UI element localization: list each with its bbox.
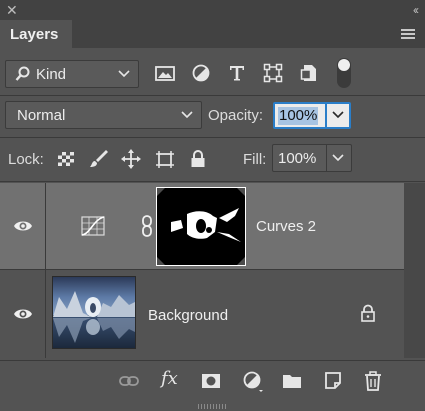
- fill-field[interactable]: 100%: [272, 144, 352, 172]
- lock-all-icon[interactable]: [187, 148, 209, 170]
- divider: [0, 137, 425, 138]
- artboard-lock-icon[interactable]: [154, 148, 176, 170]
- filter-kind-label: Kind: [36, 66, 67, 83]
- visibility-cell[interactable]: [0, 270, 46, 358]
- lock-icon: [361, 304, 375, 322]
- divider: [0, 360, 425, 361]
- opacity-label: Opacity:: [208, 107, 264, 124]
- panel-title-bar: ✕ ‹‹: [0, 0, 425, 20]
- divider: [0, 181, 425, 182]
- lock-image-pixels-icon[interactable]: [88, 148, 110, 170]
- panel-menu-icon[interactable]: [401, 29, 415, 39]
- layer-thumbnail[interactable]: [52, 276, 136, 349]
- layer-name-background[interactable]: Background: [148, 307, 228, 324]
- resize-grip[interactable]: [198, 404, 228, 409]
- shape-filter-icon[interactable]: [262, 62, 284, 84]
- tab-layers[interactable]: Layers: [0, 20, 72, 48]
- layers-scrollbar[interactable]: [404, 183, 425, 358]
- opacity-input[interactable]: 100%: [278, 107, 319, 125]
- new-group-icon[interactable]: [281, 370, 303, 392]
- add-mask-icon[interactable]: [200, 370, 222, 392]
- filter-toggle[interactable]: [337, 58, 351, 88]
- pixel-filter-icon[interactable]: [154, 62, 176, 84]
- blend-mode-select[interactable]: Normal: [5, 101, 202, 129]
- curves-adjustment-icon: [81, 216, 105, 236]
- opacity-field[interactable]: 100%: [273, 102, 351, 129]
- layer-name-curves[interactable]: Curves 2: [256, 218, 316, 235]
- mask-shape: [157, 188, 245, 265]
- fill-label: Fill:: [243, 151, 267, 168]
- lock-transparent-pixels-icon[interactable]: [55, 148, 77, 170]
- smart-object-filter-icon[interactable]: [298, 62, 320, 84]
- collapse-panel-icon[interactable]: ‹‹: [413, 2, 419, 18]
- type-filter-icon[interactable]: [226, 62, 248, 84]
- fx-icon[interactable]: fx: [161, 368, 183, 390]
- divider: [0, 95, 425, 96]
- close-icon[interactable]: ✕: [6, 2, 18, 18]
- eye-icon[interactable]: [13, 307, 33, 321]
- blend-mode-value: Normal: [17, 107, 66, 124]
- lock-label: Lock:: [8, 151, 44, 168]
- new-fill-adjustment-icon[interactable]: [242, 370, 264, 392]
- thumbnail-image: [53, 277, 135, 348]
- layer-row-curves[interactable]: Curves 2: [0, 183, 404, 269]
- visibility-cell[interactable]: [0, 183, 46, 269]
- new-layer-icon[interactable]: [322, 370, 344, 392]
- layer-row-background[interactable]: Background: [0, 270, 404, 358]
- lock-position-icon[interactable]: [120, 148, 142, 170]
- tab-row: Layers: [0, 20, 425, 48]
- link-layers-icon[interactable]: [118, 370, 140, 392]
- delete-layer-icon[interactable]: [362, 370, 384, 392]
- filter-kind-select[interactable]: Kind: [5, 60, 139, 88]
- fill-divider: [326, 145, 327, 171]
- fill-input[interactable]: 100%: [278, 150, 316, 167]
- layer-mask-thumbnail[interactable]: [156, 187, 246, 266]
- chevron-down-icon[interactable]: [332, 153, 344, 163]
- search-icon: [15, 66, 30, 81]
- layers-list: Curves 2 Background: [0, 183, 404, 358]
- chain-link-icon[interactable]: [140, 214, 154, 238]
- chevron-down-icon[interactable]: [332, 110, 344, 120]
- chevron-down-icon: [118, 70, 130, 78]
- opacity-divider: [325, 104, 327, 127]
- eye-icon[interactable]: [13, 219, 33, 233]
- chevron-down-icon: [181, 111, 193, 119]
- adjustment-filter-icon[interactable]: [190, 62, 212, 84]
